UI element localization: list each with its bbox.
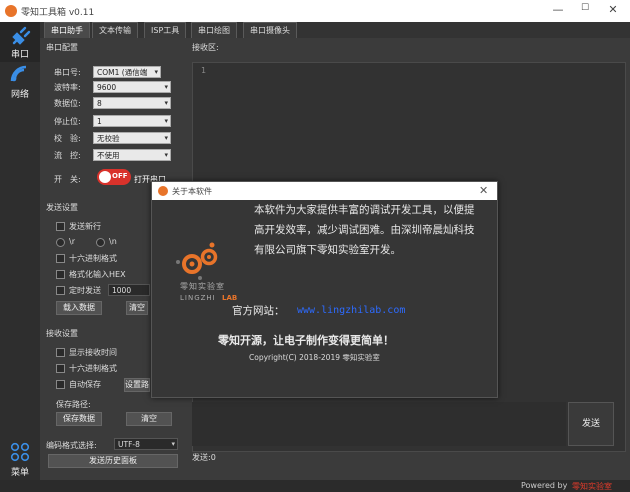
send-textarea[interactable] xyxy=(192,402,566,446)
cr-label: \r xyxy=(69,237,75,246)
send-settings-title: 发送设置 xyxy=(46,203,78,212)
grid-icon xyxy=(10,442,30,462)
about-dialog: 关于本软件 ✕ 零知实验室 LINGZHI LAB 本软件为大家提供丰富的调试开… xyxy=(151,181,498,398)
path-settings-button[interactable]: 设置路 xyxy=(124,378,150,392)
encoding-select[interactable]: UTF-8 ▾ xyxy=(114,438,178,450)
powered-by-label: Powered by xyxy=(521,481,568,490)
window-title: 零知工具箱 v0.11 xyxy=(21,8,95,18)
autosave-checkbox[interactable] xyxy=(56,380,65,389)
parity-select[interactable]: 无校验 ▾ xyxy=(93,132,171,144)
maximize-button[interactable]: ☐ xyxy=(575,3,595,13)
show-time-checkbox[interactable] xyxy=(56,348,65,357)
port-label: 串口号: xyxy=(54,68,81,77)
timer-interval-input[interactable]: 1000 xyxy=(108,284,150,296)
flow-select[interactable]: 不使用 ▾ xyxy=(93,149,171,161)
recv-clear-button[interactable]: 清空 xyxy=(126,412,172,426)
send-button[interactable]: 发送 xyxy=(568,402,614,446)
app-logo-icon xyxy=(5,5,17,17)
encoding-label: 编码格式选择: xyxy=(46,441,97,450)
about-text-line1: 本软件为大家提供丰富的调试开发工具，以便提 xyxy=(254,204,475,216)
website-label: 官方网站： xyxy=(232,305,285,317)
cr-radio[interactable] xyxy=(56,238,65,247)
line-number: 1 xyxy=(201,66,207,75)
data-bits-label: 数据位: xyxy=(54,99,81,108)
send-history-button[interactable]: 发送历史面板 xyxy=(48,454,178,468)
send-hex-label: 十六进制格式 xyxy=(69,254,117,263)
lf-radio[interactable] xyxy=(96,238,105,247)
recv-hex-checkbox[interactable] xyxy=(56,364,65,373)
left-sidebar: 串口 网络 菜单 xyxy=(0,22,40,492)
tab-text-transfer[interactable]: 文本传输 xyxy=(92,22,138,38)
nav-menu-label: 菜单 xyxy=(10,468,29,478)
send-newline-checkbox[interactable] xyxy=(56,222,65,231)
tab-serial-plot[interactable]: 串口绘图 xyxy=(191,22,237,38)
autosave-label: 自动保存 xyxy=(69,380,101,389)
nav-serial-label: 串口 xyxy=(10,50,29,60)
format-hex-label: 格式化输入HEX xyxy=(69,270,126,279)
dialog-header: 关于本软件 ✕ xyxy=(152,182,497,200)
dialog-body: 零知实验室 LINGZHI LAB 本软件为大家提供丰富的调试开发工具，以便提 … xyxy=(152,200,497,397)
send-clear-button[interactable]: 清空 xyxy=(126,301,148,315)
about-text-line3: 有限公司旗下零知实验室开发。 xyxy=(254,244,401,256)
stop-bits-label: 停止位: xyxy=(54,117,81,126)
close-button[interactable]: ✕ xyxy=(603,3,623,16)
status-bar: Powered by 零知实验室 xyxy=(0,480,630,492)
port-select[interactable]: COM1 (通信端 ▾ xyxy=(93,66,161,78)
show-time-label: 显示接收时间 xyxy=(69,348,117,357)
tab-bar: 串口助手 文本传输 ISP工具 串口绘图 串口摄像头 xyxy=(40,22,630,38)
tab-serial-camera[interactable]: 串口摄像头 xyxy=(243,22,297,38)
toggle-state: OFF xyxy=(112,172,128,180)
timed-send-checkbox[interactable] xyxy=(56,286,65,295)
lingzhi-logo-icon xyxy=(176,242,218,280)
logo-en-text: LINGZHI xyxy=(180,294,216,302)
dialog-logo-icon xyxy=(158,186,168,196)
switch-label: 开 关: xyxy=(54,175,81,184)
nav-network-label: 网络 xyxy=(10,90,29,100)
baud-select[interactable]: 9600 ▾ xyxy=(93,81,171,93)
parity-label: 校 验: xyxy=(54,134,81,143)
toggle-knob xyxy=(99,171,111,183)
nav-network[interactable]: 网络 xyxy=(0,62,40,102)
tab-isp-tool[interactable]: ISP工具 xyxy=(144,22,187,38)
timed-send-label: 定时发送 xyxy=(69,286,101,295)
recv-settings-title: 接收设置 xyxy=(46,329,78,338)
serial-toggle[interactable]: OFF xyxy=(97,169,131,185)
lf-label: \n xyxy=(109,237,117,246)
minimize-button[interactable]: — xyxy=(548,3,568,16)
website-link[interactable]: www.lingzhilab.com xyxy=(297,301,405,321)
baud-label: 波特率: xyxy=(54,83,81,92)
format-hex-checkbox[interactable] xyxy=(56,270,65,279)
copyright-text: Copyright(C) 2018-2019 零知实验室 xyxy=(249,353,380,362)
recv-hex-label: 十六进制格式 xyxy=(69,364,117,373)
app-window: 零知工具箱 v0.11 — ☐ ✕ 串口 网络 菜单 串口助手 文本传输 ISP… xyxy=(0,0,630,492)
brand-link[interactable]: 零知实验室 xyxy=(572,481,612,492)
serial-config-title: 串口配置 xyxy=(46,43,78,52)
data-bits-select[interactable]: 8 ▾ xyxy=(93,97,171,109)
save-path-label: 保存路径: xyxy=(56,400,91,409)
save-data-button[interactable]: 保存数据 xyxy=(56,412,102,426)
send-newline-label: 发送新行 xyxy=(69,222,101,231)
tab-serial-assistant[interactable]: 串口助手 xyxy=(44,22,90,38)
stop-bits-select[interactable]: 1 ▾ xyxy=(93,115,171,127)
wifi-icon xyxy=(10,65,27,82)
logo-cn-text: 零知实验室 xyxy=(180,282,225,291)
slogan-text: 零知开源，让电子制作变得更简单！ xyxy=(218,334,394,347)
dialog-title: 关于本软件 xyxy=(172,187,212,196)
load-data-button[interactable]: 载入数据 xyxy=(56,301,102,315)
flow-label: 流 控: xyxy=(54,151,81,160)
title-bar: 零知工具箱 v0.11 — ☐ ✕ xyxy=(0,0,630,22)
send-count: 发送:0 xyxy=(192,453,216,462)
nav-serial[interactable]: 串口 xyxy=(0,22,40,62)
plug-icon xyxy=(12,26,31,45)
send-hex-checkbox[interactable] xyxy=(56,254,65,263)
about-text-line2: 高开发效率，减少调试困难。由深圳帝晨灿科技 xyxy=(254,224,475,236)
nav-menu[interactable]: 菜单 xyxy=(0,440,40,480)
dialog-close-button[interactable]: ✕ xyxy=(479,184,488,197)
receive-area-label: 接收区: xyxy=(192,43,219,52)
